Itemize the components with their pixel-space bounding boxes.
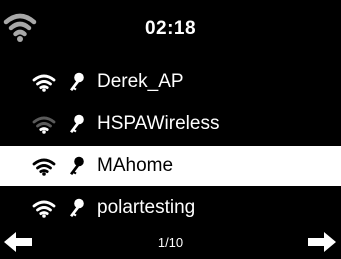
key-icon — [70, 114, 84, 133]
key-icon — [70, 198, 84, 217]
page-indicator: 1/10 — [157, 235, 184, 250]
network-ssid: MAhome — [97, 155, 174, 176]
wifi-signal-icon — [32, 74, 56, 92]
network-row-mahome[interactable]: MAhome — [0, 146, 341, 186]
network-ssid: polartesting — [97, 197, 196, 218]
pagination-bar: 1/10 — [0, 228, 341, 259]
wifi-list-screen: 02:18 Derek_AP HSPAWireless MAhome polar… — [0, 0, 341, 259]
wifi-signal-icon — [32, 158, 56, 176]
clock-time: 02:18 — [144, 18, 197, 39]
network-row-polartesting[interactable]: polartesting — [0, 188, 341, 228]
key-icon — [70, 156, 84, 175]
wifi-signal-icon — [32, 200, 56, 218]
network-row-derek-ap[interactable]: Derek_AP — [0, 62, 341, 102]
wifi-signal-icon — [32, 116, 56, 134]
status-bar: 02:18 — [0, 0, 341, 62]
network-ssid: Derek_AP — [97, 71, 184, 92]
network-row-hspawireless[interactable]: HSPAWireless — [0, 104, 341, 144]
key-icon — [70, 72, 84, 91]
network-ssid: HSPAWireless — [97, 113, 220, 134]
arrow-right-icon[interactable] — [306, 231, 336, 253]
